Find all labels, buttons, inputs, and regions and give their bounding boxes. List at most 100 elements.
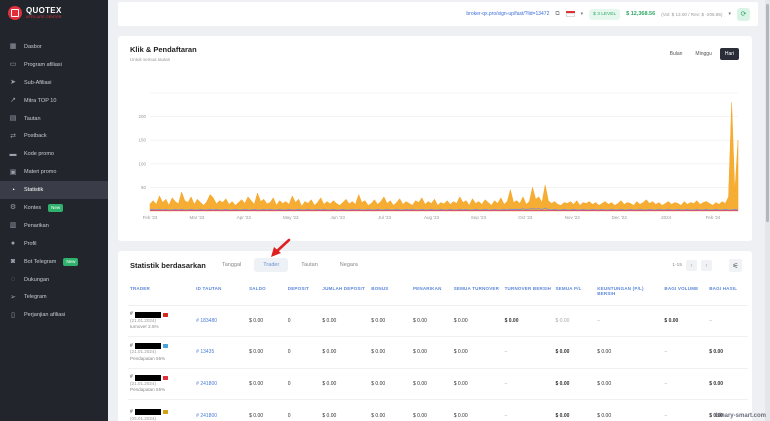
table-row[interactable]: # (21.01.2024) Pendapatan 55% # 13435 $ 0.00… xyxy=(128,336,748,368)
table-row[interactable]: # (05.01.2024) # 241800 $ 0.00 0 $ 0.00 $ 0.00… xyxy=(128,399,748,421)
x-tick-label: 2024 xyxy=(661,215,672,220)
trader-cell: # (21.01.2024) Pendapatan 55% xyxy=(128,336,195,368)
table-cell: $ 0.00 xyxy=(553,336,596,368)
sidebar-item-8[interactable]: ◔ Statistik xyxy=(0,181,108,200)
sidebar-item-0[interactable]: ▦ Dasbor xyxy=(0,38,108,56)
link-id-cell[interactable]: # 183480 xyxy=(194,304,248,337)
sidebar-item-label: Tautan xyxy=(24,115,41,122)
sidebar-item-7[interactable]: ▣ Materi promo xyxy=(0,163,108,181)
sidebar-item-4[interactable]: ▤ Tautan xyxy=(0,110,108,128)
telegram-icon: ➢ xyxy=(10,293,16,301)
link-id-cell[interactable]: # 241800 xyxy=(194,367,248,400)
column-header[interactable]: PENARIKAN xyxy=(411,283,452,305)
table-cell: – xyxy=(662,399,708,421)
column-header[interactable]: DEPOSIT xyxy=(286,283,321,305)
column-header[interactable]: TURNOVER BERSIH xyxy=(503,283,554,305)
country-flag-icon xyxy=(162,375,168,380)
column-header[interactable]: BAGI VOLUME xyxy=(662,283,707,305)
watermark: binary-smart.com xyxy=(715,413,766,419)
trader-cell: # (05.01.2024) xyxy=(128,399,195,421)
column-header[interactable]: SALDO xyxy=(247,283,286,305)
document-icon: ▯ xyxy=(11,311,15,319)
trader-id: # xyxy=(130,374,192,381)
page-scrollbar[interactable] xyxy=(765,0,770,421)
table-cell: $ 0.00 xyxy=(595,367,663,400)
language-flag-icon[interactable] xyxy=(565,11,575,17)
tab-1[interactable]: Trader xyxy=(254,258,289,272)
hash-symbol: # xyxy=(130,409,133,416)
table-cell: $ 0.00 xyxy=(553,304,596,337)
table-cell: $ 0.00 xyxy=(247,336,286,368)
sidebar-item-label: Kontes xyxy=(24,204,42,211)
referral-link[interactable]: broker-qx.pro/sign-up/fast/?lid=13472 xyxy=(466,11,549,17)
column-header[interactable]: ID TAUTAN xyxy=(194,283,247,305)
sidebar-item-1[interactable]: ▭ Program afiliasi xyxy=(0,56,108,74)
sidebar-item-12[interactable]: ◙ Bot Telegram New xyxy=(0,253,108,271)
country-flag-icon xyxy=(162,410,168,415)
link-id-cell[interactable]: # 13435 xyxy=(194,336,248,368)
table-cell: $ 0.00 xyxy=(320,399,370,421)
column-header[interactable]: KEUNTUNGAN (P/L) BERSIH xyxy=(595,283,662,305)
y-tick-label: 100 xyxy=(138,161,146,166)
column-header[interactable]: JUMLAH DEPOSIT xyxy=(320,283,369,305)
table-cell: $ 0.00 xyxy=(369,399,411,421)
table-cell: $ 0.00 xyxy=(410,336,452,368)
book-icon: ▤ xyxy=(9,115,17,122)
sidebar-item-label: Penarikan xyxy=(24,222,49,229)
next-page-button[interactable]: › xyxy=(701,260,712,271)
brand-subtitle: AFFILIATE CENTER xyxy=(26,14,62,19)
balance-chevron-icon[interactable]: ▾ xyxy=(728,11,731,17)
trader-program: Pendapatan 55% xyxy=(130,387,166,393)
tab-0[interactable]: Tanggal xyxy=(213,258,250,272)
column-header[interactable]: TRADER xyxy=(128,283,194,305)
x-tick-label: Mar '23 xyxy=(189,215,204,220)
table-cell: – xyxy=(502,336,554,368)
sidebar-item-label: Materi promo xyxy=(24,169,57,176)
sidebar-item-label: Program afiliasi xyxy=(24,61,62,68)
scrollbar-thumb[interactable] xyxy=(766,4,769,222)
column-header[interactable]: BONUS xyxy=(369,283,411,305)
column-header[interactable]: SEMUA P/L xyxy=(553,283,595,305)
column-header[interactable]: SEMUA TURNOVER xyxy=(452,283,503,305)
sidebar-item-5[interactable]: ⇄ Postback xyxy=(0,127,108,145)
prev-page-button[interactable]: ‹ xyxy=(686,260,697,271)
sidebar-item-label: Postback xyxy=(24,133,47,140)
support-icon: ◌ xyxy=(10,276,16,284)
table-cell: $ 0.00 xyxy=(369,367,411,400)
table-cell: $ 0.00 xyxy=(595,399,663,421)
country-flag-icon xyxy=(162,344,168,349)
tab-2[interactable]: Tautan xyxy=(292,258,327,272)
table-row[interactable]: # (21.01.2024) turnover 2.5% # 183480 $ 0.00… xyxy=(128,304,748,337)
table-row[interactable]: # (21.01.2024) Pendapatan 55% # 241800 $ 0.0… xyxy=(128,367,748,400)
chevron-down-icon[interactable]: ▾ xyxy=(581,11,584,17)
link-id-cell[interactable]: # 241800 xyxy=(194,399,248,421)
column-header[interactable]: BAGI HASIL xyxy=(707,283,748,305)
refresh-button[interactable]: ⟳ xyxy=(737,7,750,21)
table-cell: $ 0.00 xyxy=(451,304,503,337)
sidebar-item-3[interactable]: ↗ Mitra TOP 10 xyxy=(0,92,108,110)
redacted-trader-name xyxy=(134,343,161,350)
sidebar-item-10[interactable]: ▥ Penarikan xyxy=(0,217,108,235)
copy-icon[interactable]: ⧉ xyxy=(555,11,559,18)
sidebar-item-13[interactable]: ◌ Dukungan xyxy=(0,271,108,289)
x-tick-label: Aug '23 xyxy=(424,215,440,220)
redacted-trader-name xyxy=(134,374,161,381)
y-tick-label: 200 xyxy=(138,114,146,119)
sidebar-item-2[interactable]: ➤ Sub-Afiliasi xyxy=(0,74,108,92)
sidebar-item-label: Mitra TOP 10 xyxy=(24,97,57,104)
table-cell: 0 xyxy=(285,367,321,400)
sidebar-item-15[interactable]: ▯ Perjanjian afiliasi xyxy=(0,306,108,324)
filter-settings-button[interactable]: ⚟ xyxy=(729,259,742,272)
x-tick-label: Feb '24 xyxy=(706,215,721,220)
sidebar-item-14[interactable]: ➢ Telegram xyxy=(0,288,108,306)
brand-logo[interactable]: QUOTEX AFFILIATE CENTER xyxy=(8,6,62,20)
promo-code-icon: ▬ xyxy=(9,150,17,158)
sidebar-item-9[interactable]: ⚙ Kontes New xyxy=(0,199,108,217)
tab-3[interactable]: Negara xyxy=(331,258,367,272)
sidebar-item-11[interactable]: ● Profil xyxy=(0,235,108,253)
program-icon: ▭ xyxy=(9,61,17,69)
table-cell: 0 xyxy=(285,304,321,337)
table-cell: $ 0.00 xyxy=(410,367,452,400)
table-cell: $ 0.00 xyxy=(320,304,370,337)
sidebar-item-6[interactable]: ▬ Kode promo xyxy=(0,145,108,163)
